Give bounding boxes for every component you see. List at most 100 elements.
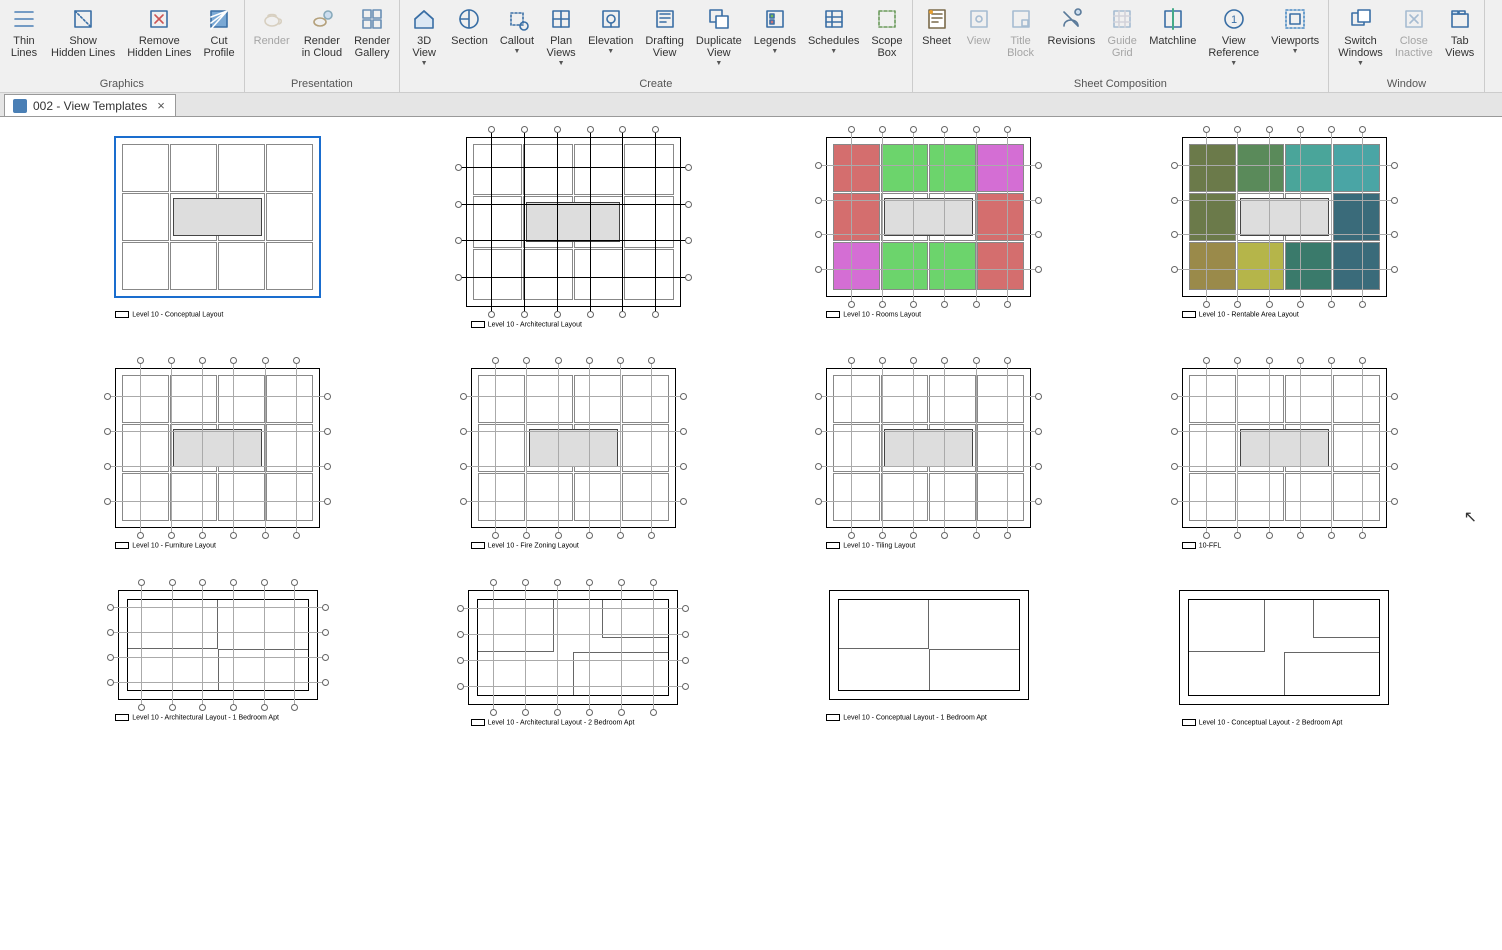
- matchline-button[interactable]: Matchline: [1144, 2, 1201, 77]
- render-gallery-button[interactable]: Render Gallery: [349, 2, 395, 77]
- title-block-icon: [1007, 5, 1035, 33]
- ribbon-label: Render Gallery: [354, 35, 390, 59]
- ribbon-group-create: 3D View▼SectionCallout▼Plan Views▼Elevat…: [400, 0, 912, 92]
- scope-box-icon: [873, 5, 901, 33]
- ribbon-label: Drafting View: [645, 35, 684, 59]
- chevron-down-icon: ▼: [771, 48, 778, 55]
- floor-plan-viewport[interactable]: [471, 368, 676, 528]
- elevation-button[interactable]: Elevation▼: [583, 2, 638, 77]
- viewport-title: Level 10 - Architectural Layout: [471, 321, 676, 328]
- drafting-view-button[interactable]: Drafting View: [640, 2, 689, 77]
- chevron-down-icon: ▼: [607, 48, 614, 55]
- floor-plan-viewport[interactable]: [466, 137, 681, 307]
- 3d-view-button[interactable]: 3D View▼: [404, 2, 444, 77]
- ribbon-group-title: Presentation: [249, 77, 396, 91]
- close-inactive-icon: [1400, 5, 1428, 33]
- drawing-canvas[interactable]: Level 10 - Conceptual LayoutLevel 10 - A…: [0, 117, 1502, 950]
- ribbon-label: 3D View: [412, 35, 436, 59]
- ribbon-label: Scope Box: [871, 35, 902, 59]
- callout-button[interactable]: Callout▼: [495, 2, 539, 77]
- ribbon-label: Matchline: [1149, 35, 1196, 47]
- viewport-title: Level 10 - Tiling Layout: [826, 542, 1031, 549]
- plan-views-button[interactable]: Plan Views▼: [541, 2, 581, 77]
- ribbon-toolbar: Thin Lines Show Hidden Lines Remove Hidden…: [0, 0, 1502, 93]
- ribbon-label: Thin Lines: [11, 35, 37, 59]
- viewports-icon: [1281, 5, 1309, 33]
- tab-views-icon: [1446, 5, 1474, 33]
- floor-plan-viewport[interactable]: [468, 590, 678, 705]
- revisions-button[interactable]: Revisions: [1043, 2, 1101, 77]
- viewports-button[interactable]: Viewports▼: [1266, 2, 1324, 77]
- floor-plan-viewport[interactable]: [1179, 590, 1389, 705]
- floor-plan-viewport[interactable]: [829, 590, 1029, 700]
- cut-profile-icon: [205, 5, 233, 33]
- ribbon-group-window: Switch Windows▼Close InactiveTab ViewsWi…: [1329, 0, 1485, 92]
- render-cloud-icon: [308, 5, 336, 33]
- floor-plan-viewport[interactable]: [826, 368, 1031, 528]
- viewport-cell: Level 10 - Architectural Layout: [406, 137, 742, 328]
- ribbon-label: Title Block: [1007, 35, 1034, 59]
- floor-plan-viewport[interactable]: [1182, 368, 1387, 528]
- ribbon-group-presentation: Render Render in Cloud Render Gallery Prese…: [245, 0, 401, 92]
- viewport-title: Level 10 - Conceptual Layout - 1 Bedroom…: [826, 714, 1031, 721]
- elevation-icon: [597, 5, 625, 33]
- floor-plan-viewport[interactable]: [826, 137, 1031, 297]
- render-cloud-button[interactable]: Render in Cloud: [297, 2, 347, 77]
- duplicate-view-icon: [705, 5, 733, 33]
- show-hidden-button[interactable]: Show Hidden Lines: [46, 2, 120, 77]
- ribbon-label: Plan Views: [547, 35, 576, 59]
- ribbon-group-sheet-composition: SheetViewTitle BlockRevisionsGuide GridM…: [913, 0, 1330, 92]
- close-icon[interactable]: ×: [157, 98, 165, 113]
- viewport-title: Level 10 - Furniture Layout: [115, 542, 320, 549]
- render-button: Render: [249, 2, 295, 77]
- drafting-view-icon: [651, 5, 679, 33]
- ribbon-label: Revisions: [1048, 35, 1096, 47]
- document-tab-bar: 002 - View Templates ×: [0, 93, 1502, 117]
- switch-windows-button[interactable]: Switch Windows▼: [1333, 2, 1388, 77]
- cursor-icon: ↖: [1464, 507, 1477, 527]
- ribbon-label: Tab Views: [1445, 35, 1474, 59]
- tab-views-button[interactable]: Tab Views: [1440, 2, 1480, 77]
- viewport-cell: Level 10 - Tiling Layout: [761, 368, 1097, 549]
- ribbon-label: Show Hidden Lines: [51, 35, 115, 59]
- ribbon-group-title: Graphics: [4, 77, 240, 91]
- document-tab-active[interactable]: 002 - View Templates ×: [4, 94, 176, 116]
- tab-title: 002 - View Templates: [33, 99, 147, 113]
- svg-text:1: 1: [1231, 14, 1237, 26]
- schedules-button[interactable]: Schedules▼: [803, 2, 864, 77]
- section-icon: [455, 5, 483, 33]
- viewport-cell: Level 10 - Conceptual Layout - 1 Bedroom…: [761, 590, 1097, 726]
- floor-plan-viewport[interactable]: [115, 368, 320, 528]
- switch-windows-icon: [1347, 5, 1375, 33]
- floor-plan-viewport[interactable]: [1182, 137, 1387, 297]
- remove-hidden-button[interactable]: Remove Hidden Lines: [122, 2, 196, 77]
- chevron-down-icon: ▼: [715, 60, 722, 67]
- sheet-button[interactable]: Sheet: [917, 2, 957, 77]
- viewport-title: Level 10 - Conceptual Layout - 2 Bedroom…: [1182, 719, 1387, 726]
- cut-profile-button[interactable]: Cut Profile: [198, 2, 239, 77]
- chevron-down-icon: ▼: [830, 48, 837, 55]
- ribbon-label: Section: [451, 35, 488, 47]
- callout-icon: [503, 5, 531, 33]
- ribbon-label: Remove Hidden Lines: [127, 35, 191, 59]
- ribbon-label: Cut Profile: [203, 35, 234, 59]
- ribbon-label: Elevation: [588, 35, 633, 47]
- ribbon-label: Close Inactive: [1395, 35, 1433, 59]
- ribbon-label: Render in Cloud: [302, 35, 342, 59]
- scope-box-button[interactable]: Scope Box: [866, 2, 907, 77]
- floor-plan-viewport[interactable]: [118, 590, 318, 700]
- floor-plan-viewport[interactable]: [115, 137, 320, 297]
- thin-lines-button[interactable]: Thin Lines: [4, 2, 44, 77]
- matchline-icon: [1159, 5, 1187, 33]
- ribbon-group-title: Create: [404, 77, 907, 91]
- legends-button[interactable]: Legends▼: [749, 2, 801, 77]
- chevron-down-icon: ▼: [421, 60, 428, 67]
- ribbon-label: Legends: [754, 35, 796, 47]
- duplicate-view-button[interactable]: Duplicate View▼: [691, 2, 747, 77]
- ribbon-label: Duplicate View: [696, 35, 742, 59]
- view-reference-button[interactable]: 1View Reference▼: [1203, 2, 1264, 77]
- ribbon-label: Callout: [500, 35, 534, 47]
- view-icon: [965, 5, 993, 33]
- ribbon-label: Render: [254, 35, 290, 47]
- section-button[interactable]: Section: [446, 2, 493, 77]
